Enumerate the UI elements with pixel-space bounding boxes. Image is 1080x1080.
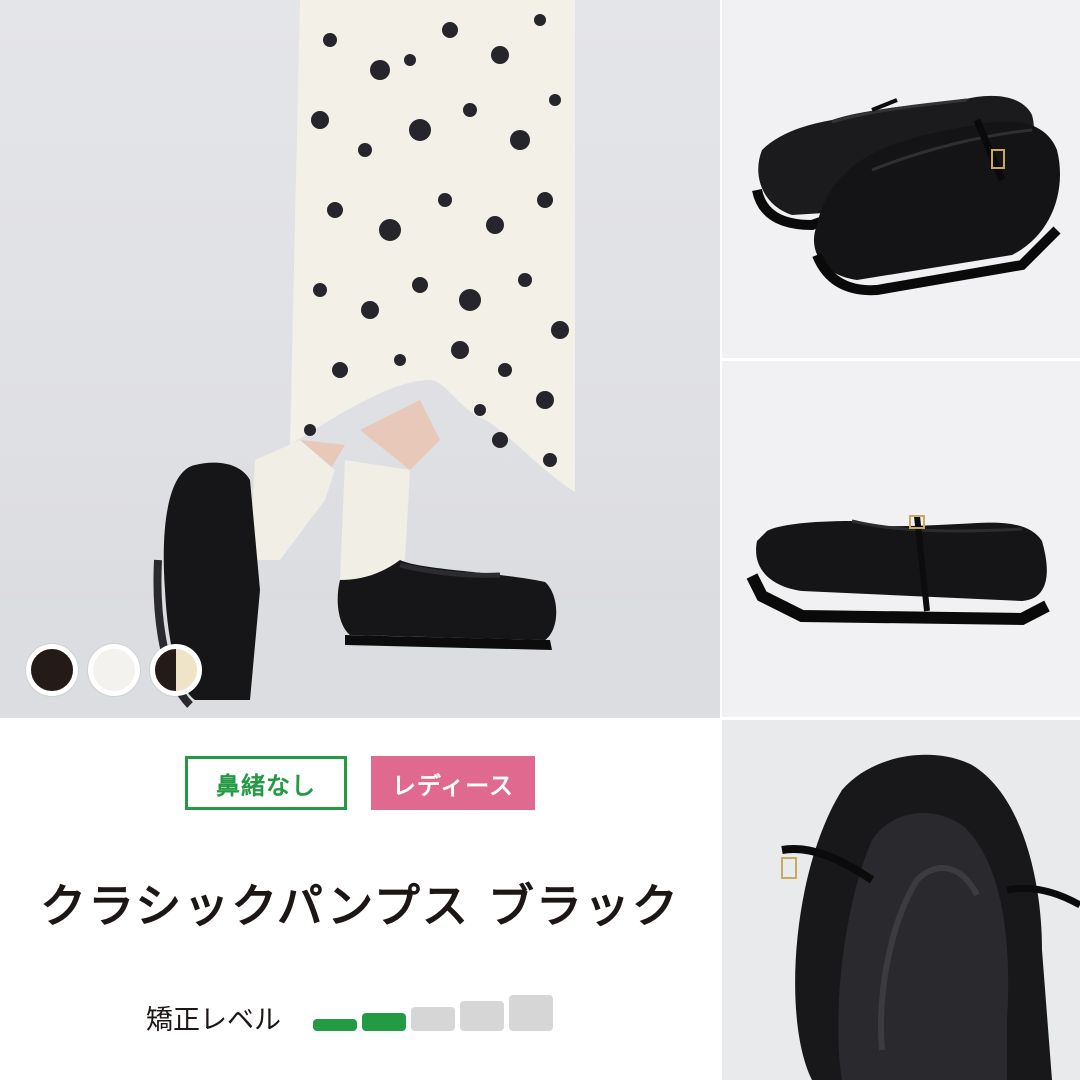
product-photo-side [722,361,1080,717]
tag-strapless: 鼻緒なし [185,756,347,810]
swatch-black-beige[interactable] [150,644,202,696]
correction-level: 矯正レベル [146,995,563,1039]
level-segment [313,1019,357,1031]
level-segment [411,1007,455,1031]
tag-row: 鼻緒なし レディース [0,756,720,810]
tag-ladies: レディース [371,756,535,810]
level-segment [509,995,553,1031]
product-photo-insole [722,720,1080,1080]
correction-level-label: 矯正レベル [146,1004,281,1036]
level-segment [460,1001,504,1031]
correction-level-meter [313,995,553,1031]
main-product-photo [0,0,720,718]
swatch-black[interactable] [26,644,78,696]
color-swatches [26,644,202,696]
product-photo-pair [722,0,1080,358]
swatch-white[interactable] [88,644,140,696]
level-segment [362,1013,406,1031]
product-title: クラシックパンプス ブラック [40,879,680,933]
